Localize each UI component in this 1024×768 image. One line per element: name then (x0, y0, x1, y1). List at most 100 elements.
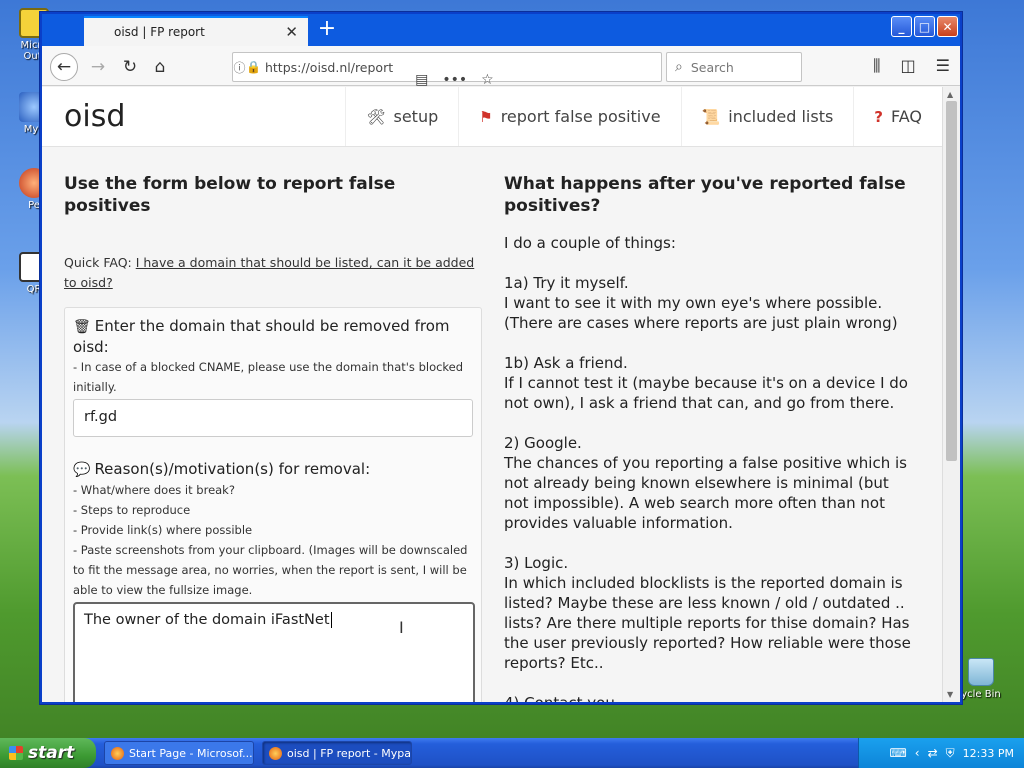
tab-fp-report[interactable]: oisd | FP report ✕ (84, 16, 308, 46)
url-text[interactable]: https://oisd.nl/report (261, 60, 393, 75)
tray-expand-icon[interactable]: ‹ (915, 746, 920, 760)
form-heading: Use the form below to report false posit… (64, 174, 396, 216)
close-tab-icon[interactable]: ✕ (285, 23, 298, 41)
info-heading: What happens after you've reported false… (504, 174, 906, 216)
menu-faq[interactable]: ? FAQ (853, 87, 942, 146)
minimize-button[interactable]: _ (891, 16, 912, 37)
domain-input[interactable]: rf.gd (73, 399, 473, 437)
recycle-bin[interactable]: ycle Bin (956, 658, 1006, 700)
tab-bar: oisd | FP report ✕ + _ □ ✕ (42, 14, 960, 46)
back-button[interactable]: ← (50, 53, 78, 81)
info-step: 2) Google. The chances of you reporting … (504, 433, 912, 533)
keyboard-icon[interactable]: ⌨ (889, 746, 906, 760)
menu-included-lists[interactable]: 📜 included lists (680, 87, 854, 146)
content-columns: Use the form below to report false posit… (42, 147, 942, 702)
domain-label: 🗑 Enter the domain that should be removed… (73, 316, 473, 357)
taskbar: start Start Page - Microsof... oisd | FP… (0, 738, 1024, 768)
domain-hint: - In case of a blocked CNAME, please use… (73, 360, 464, 394)
menu-icon[interactable]: ☰ (936, 56, 950, 76)
domain-label-text: Enter the domain that should be removed … (73, 317, 450, 356)
reason-text: The owner of the domain iFastNet (84, 612, 330, 628)
scrollbar-thumb[interactable] (946, 101, 957, 461)
step-title: 1b) Ask a friend. (504, 354, 628, 372)
step-title: 2) Google. (504, 434, 582, 452)
reason-hint: - Paste screenshots from your clipboard.… (73, 543, 468, 597)
library-icon[interactable]: ⫼ (873, 56, 880, 76)
reload-button[interactable]: ↻ (116, 53, 144, 81)
step-title: 4) Contact you (504, 693, 912, 702)
menu-setup[interactable]: 🛠 setup (345, 87, 458, 146)
quick-faq: Quick FAQ: I have a domain that should b… (64, 253, 482, 293)
forward-button[interactable]: → (84, 53, 112, 81)
info-column: What happens after you've reported false… (482, 147, 912, 702)
quick-faq-prefix: Quick FAQ: (64, 255, 136, 270)
browser-window: oisd | FP report ✕ + _ □ ✕ ← → ↻ ⌂ ⓘ 🔒 h… (40, 12, 962, 704)
sidebar-icon[interactable]: ◫ (901, 56, 916, 76)
close-window-button[interactable]: ✕ (937, 16, 958, 37)
reason-hint: - What/where does it break? (73, 483, 235, 497)
tab-title: oisd | FP report (114, 25, 205, 39)
taskbar-item-fp-report[interactable]: oisd | FP report - Mypal (262, 741, 412, 765)
flag-icon: ⚑ (479, 107, 493, 126)
scroll-up-icon[interactable]: ▲ (947, 90, 953, 99)
window-controls: _ □ ✕ (891, 16, 958, 37)
menu-label: setup (393, 107, 439, 126)
reason-hint: - Steps to reproduce (73, 503, 191, 517)
info-icon[interactable]: ⓘ (233, 59, 246, 76)
menu-report-false-positive[interactable]: ⚑ report false positive (458, 87, 680, 146)
info-step: 1b) Ask a friend. If I cannot test it (m… (504, 353, 912, 413)
reader-view-icon[interactable]: ▤ (415, 72, 428, 88)
clock: 12:33 PM (962, 746, 1014, 760)
site-logo[interactable]: oisd (42, 99, 345, 134)
search-icon: ⌕ (675, 59, 683, 75)
info-step: 1a) Try it myself. I want to see it with… (504, 273, 912, 333)
info-intro: I do a couple of things: (504, 233, 912, 253)
tools-icon: 🛠 (366, 107, 386, 126)
menu-label: report false positive (500, 107, 661, 126)
lock-icon[interactable]: 🔒 (246, 60, 261, 74)
start-button[interactable]: start (0, 738, 96, 768)
security-shield-icon[interactable]: ⛨ (946, 746, 955, 761)
menu-label: included lists (728, 107, 834, 126)
site-header: oisd 🛠 setup ⚑ report false positive 📜 incl… (42, 87, 942, 147)
recycle-bin-icon (968, 658, 994, 686)
home-button[interactable]: ⌂ (146, 53, 174, 81)
step-text: In which included blocklists is the repo… (504, 574, 911, 672)
toolbar-right: ⫼ ◫ ☰ (873, 56, 950, 76)
system-tray: ⌨ ‹ ⇄ ⛨ 12:33 PM (858, 738, 1024, 768)
reason-label-text: Reason(s)/motivation(s) for removal: (94, 460, 371, 478)
speech-bubble-icon: 💬 (73, 462, 91, 478)
question-icon: ? (874, 107, 883, 126)
search-bar[interactable]: ⌕ Search (666, 52, 802, 82)
vertical-scrollbar[interactable]: ▲ ▼ (942, 87, 960, 702)
network-icon[interactable]: ⇄ (928, 746, 938, 760)
text-caret (330, 612, 332, 628)
scroll-icon: 📜 (701, 107, 721, 126)
search-placeholder: Search (690, 59, 734, 75)
taskbar-item-start-page[interactable]: Start Page - Microsof... (104, 741, 254, 765)
bookmark-star-icon[interactable]: ☆ (481, 72, 494, 88)
report-form-card: 🗑 Enter the domain that should be removed… (64, 307, 482, 702)
step-title: 1a) Try it myself. (504, 274, 629, 292)
ibeam-cursor-icon: I (399, 618, 404, 637)
step-title: 3) Logic. (504, 554, 569, 572)
site-menu: 🛠 setup ⚑ report false positive 📜 included … (345, 87, 942, 146)
menu-label: FAQ (891, 107, 922, 126)
trash-icon: 🗑 (73, 319, 91, 335)
reason-textarea[interactable]: The owner of the domain iFastNet I (73, 602, 475, 702)
more-actions-icon[interactable]: ••• (442, 72, 467, 88)
scroll-down-icon[interactable]: ▼ (947, 690, 953, 699)
url-actions: ▤ ••• ☆ (393, 46, 661, 88)
recycle-bin-label: ycle Bin (961, 689, 1001, 700)
maximize-button[interactable]: □ (914, 16, 935, 37)
reason-label: 💬 Reason(s)/motivation(s) for removal: (73, 459, 473, 480)
step-text: The chances of you reporting a false pos… (504, 454, 907, 532)
step-text: I want to see it with my own eye's where… (504, 294, 898, 332)
report-form-column: Use the form below to report false posit… (64, 147, 482, 702)
page-viewport: oisd 🛠 setup ⚑ report false positive 📜 incl… (42, 87, 942, 702)
url-bar[interactable]: ⓘ 🔒 https://oisd.nl/report ▤ ••• ☆ (232, 52, 662, 88)
info-step: 3) Logic. In which included blocklists i… (504, 553, 912, 673)
info-step: 4) Contact you (504, 693, 912, 702)
new-tab-button[interactable]: + (314, 18, 340, 42)
step-text: If I cannot test it (maybe because it's … (504, 374, 908, 412)
